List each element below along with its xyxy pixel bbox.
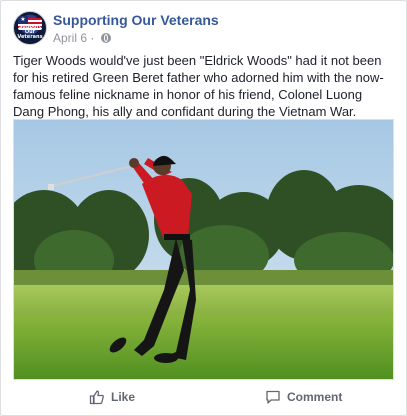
post-date[interactable]: April 6 [53,31,87,45]
post-card: ★ Support Our Veterans Supporting Our Ve… [0,0,407,416]
page-avatar[interactable]: ★ Support Our Veterans [13,11,47,45]
thumbs-up-icon [89,390,104,405]
comment-label: Comment [287,390,343,404]
comment-button[interactable]: Comment [265,387,342,407]
post-text-segment: Tiger Woods would've just been "Eldrick … [13,53,384,119]
post-actions: Like Comment [1,383,406,411]
globe-icon[interactable] [100,33,111,43]
like-label: Like [111,390,136,404]
page-name-link[interactable]: Supporting Our Veterans [53,12,219,28]
avatar-label: Support Our Veterans [17,24,43,40]
post-photo[interactable] [13,119,394,380]
meta-separator: · [87,31,98,45]
like-button[interactable]: Like [89,387,135,407]
golfer-photo [14,120,393,379]
post-meta: April 6 · [53,31,111,45]
comment-icon [266,390,280,404]
flag-star-icon: ★ [18,16,28,24]
